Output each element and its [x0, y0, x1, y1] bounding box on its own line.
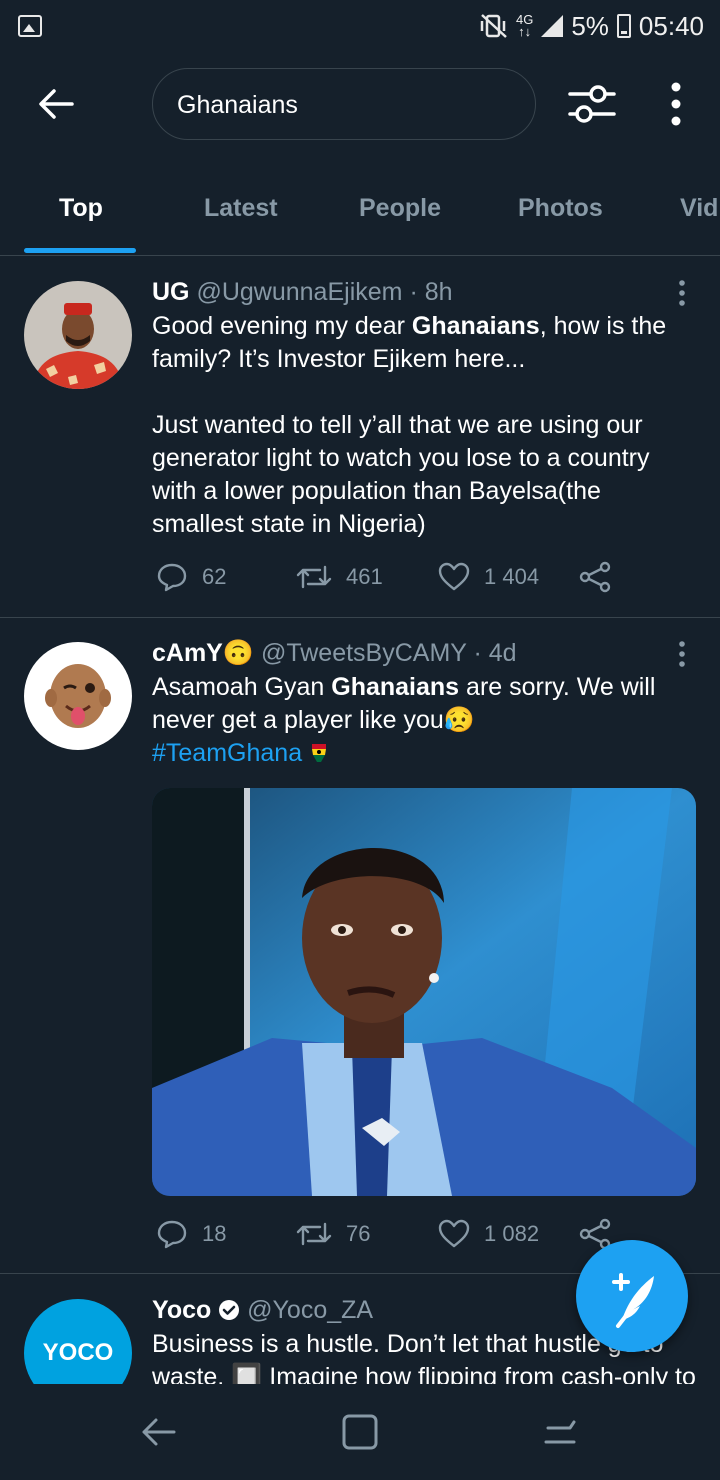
author-handle[interactable]: @Yoco_ZA	[247, 1296, 373, 1324]
text-emoji: 😥	[443, 706, 475, 734]
nav-home-button[interactable]	[340, 1412, 380, 1457]
more-options-button[interactable]	[664, 80, 688, 128]
mute-vibrate-icon	[480, 14, 507, 38]
tweet-text: Good evening my dear Ghanaians, how is t…	[152, 312, 667, 538]
nav-home-icon	[342, 1414, 378, 1450]
retweet-count: 76	[346, 1221, 371, 1246]
ghana-map-flag-icon	[312, 744, 327, 762]
tweet-header: UG @UgwunnaEjikem · 8h	[152, 275, 696, 309]
gallery-notification-icon	[18, 15, 42, 37]
author-name[interactable]: UG	[152, 278, 190, 306]
avatar[interactable]	[24, 642, 132, 750]
hashtag-link[interactable]: #TeamGhana	[152, 739, 302, 767]
tab-photos[interactable]: Photos	[518, 194, 603, 223]
reply-button[interactable]: 18	[156, 1214, 226, 1254]
retweet-button[interactable]: 461	[296, 557, 383, 597]
vertical-dots-icon	[679, 641, 685, 667]
tab-top[interactable]: Top	[59, 194, 103, 223]
author-name[interactable]: cAmY	[152, 639, 223, 667]
retweet-button[interactable]: 76	[296, 1214, 370, 1254]
signal-icon	[541, 15, 564, 37]
tab-latest[interactable]: Latest	[204, 194, 278, 223]
nav-back-button[interactable]	[138, 1412, 178, 1457]
compose-tweet-button[interactable]	[576, 1240, 688, 1352]
compose-feather-icon	[612, 1273, 654, 1328]
tweet-menu-button[interactable]	[678, 640, 686, 668]
retweet-count: 461	[346, 564, 383, 589]
search-filter-button[interactable]	[566, 80, 618, 128]
status-bar: 4G ↑↓ 5% 05:40	[0, 0, 720, 52]
system-navigation-bar	[0, 1384, 720, 1480]
search-query: Ghanaians	[177, 91, 298, 119]
clock: 05:40	[638, 10, 704, 41]
battery-icon	[616, 14, 631, 38]
reply-icon	[157, 1220, 187, 1249]
avatar[interactable]	[24, 281, 132, 389]
tweet-photo[interactable]	[152, 788, 696, 1196]
nav-recents-icon	[544, 1420, 576, 1444]
search-input[interactable]: Ghanaians	[152, 68, 536, 140]
heart-icon	[438, 1219, 470, 1248]
share-icon	[579, 561, 611, 593]
tweet-header: cAmY🙃 @TweetsByCAMY · 4d	[152, 636, 696, 670]
arrow-left-icon	[39, 89, 74, 119]
vertical-dots-icon	[679, 280, 685, 306]
nav-recents-button[interactable]	[540, 1412, 580, 1457]
filter-sliders-icon	[568, 85, 616, 123]
tweet-actions: 62 461 1 404	[152, 557, 622, 597]
retweet-icon	[296, 565, 332, 589]
author-name[interactable]: Yoco	[152, 1296, 211, 1324]
tab-videos[interactable]: Vid	[680, 194, 718, 223]
author-handle[interactable]: @UgwunnaEjikem	[196, 278, 402, 306]
tweet-text: Asamoah Gyan Ghanaians are sorry. We wil…	[152, 673, 656, 767]
like-button[interactable]: 1 404	[438, 557, 539, 597]
retweet-icon	[296, 1222, 332, 1246]
search-term-highlight: Ghanaians	[331, 673, 460, 701]
tweet-time: · 4d	[473, 639, 517, 667]
search-header: Ghanaians	[0, 62, 720, 150]
vertical-dots-icon	[671, 82, 681, 126]
name-emoji: 🙃	[222, 639, 255, 667]
search-tabs: Top Latest People Photos Vid	[0, 180, 720, 256]
share-button[interactable]	[578, 557, 612, 597]
status-indicators: 4G ↑↓ 5% 05:40	[480, 11, 704, 42]
tweet-actions: 18 76 1 082	[152, 1214, 622, 1254]
reply-count: 62	[202, 564, 227, 589]
reply-count: 18	[202, 1221, 227, 1246]
tab-people[interactable]: People	[359, 194, 441, 223]
yoco-logo-text: YOCO	[42, 1339, 114, 1366]
tweet-menu-button[interactable]	[678, 279, 686, 307]
author-handle[interactable]: @TweetsByCAMY	[261, 639, 467, 667]
active-tab-indicator	[24, 248, 136, 253]
like-count: 1 404	[484, 564, 540, 589]
heart-icon	[438, 562, 470, 591]
network-type: 4G ↑↓	[516, 12, 534, 39]
nav-back-icon	[142, 1418, 176, 1446]
back-button[interactable]	[34, 82, 78, 126]
tweet[interactable]: UG @UgwunnaEjikem · 8h Good evening my d…	[0, 257, 720, 618]
battery-percent: 5%	[571, 10, 609, 41]
tweet[interactable]: cAmY🙃 @TweetsByCAMY · 4d Asamoah Gyan Gh…	[0, 618, 720, 1274]
reply-button[interactable]: 62	[156, 557, 226, 597]
tweet-content: UG @UgwunnaEjikem · 8h Good evening my d…	[152, 275, 696, 541]
like-count: 1 082	[484, 1221, 540, 1246]
reply-icon	[157, 563, 187, 592]
search-term-highlight: Ghanaians	[411, 312, 540, 340]
like-button[interactable]: 1 082	[438, 1214, 539, 1254]
avatar[interactable]: YOCO	[24, 1299, 132, 1384]
tweet-time: · 8h	[409, 278, 453, 306]
tweet-content: cAmY🙃 @TweetsByCAMY · 4d Asamoah Gyan Gh…	[152, 636, 696, 770]
verified-badge-icon	[219, 1300, 240, 1320]
